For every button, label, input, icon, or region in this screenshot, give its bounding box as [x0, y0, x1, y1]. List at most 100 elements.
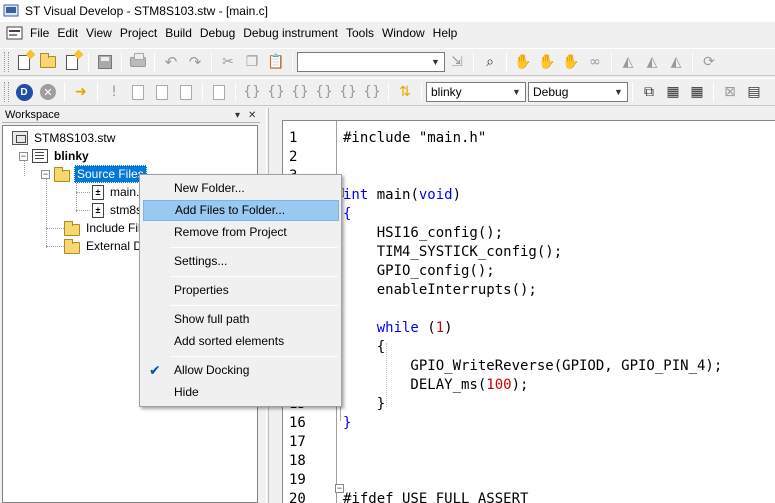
app-icon: [3, 3, 19, 19]
pin-icon[interactable]: ▾: [235, 108, 240, 123]
chevron-down-icon[interactable]: ▼: [610, 83, 627, 101]
open-file-button[interactable]: [37, 51, 59, 73]
build-button[interactable]: ⇅: [394, 81, 416, 103]
menu-item-new-folder[interactable]: New Folder...: [143, 178, 339, 199]
menu-item-remove-from-project[interactable]: Remove from Project: [143, 222, 339, 243]
menu-tools[interactable]: Tools: [342, 22, 378, 44]
menu-item-hide[interactable]: Hide: [143, 382, 339, 403]
menu-item-settings[interactable]: Settings...: [143, 251, 339, 272]
breakpoint-settings-button[interactable]: ✋: [560, 51, 582, 73]
code-editor[interactable]: 1234567891011121314151617181920 #include…: [282, 120, 775, 503]
compile-button[interactable]: ⧉: [638, 81, 660, 103]
glasses-button[interactable]: ∞: [584, 51, 606, 73]
redo-button[interactable]: ↷: [184, 51, 206, 73]
fold-icon[interactable]: −: [335, 484, 344, 493]
code-line[interactable]: #ifdef USE_FULL_ASSERT: [343, 490, 528, 503]
clean-button[interactable]: ▤: [743, 81, 765, 103]
code-line[interactable]: DELAY_ms(100);: [343, 376, 528, 395]
indent-guide: [386, 343, 387, 407]
copy-button[interactable]: ❐: [241, 51, 263, 73]
print-button[interactable]: [127, 51, 149, 73]
save-button[interactable]: [94, 51, 116, 73]
menu-window[interactable]: Window: [378, 22, 429, 44]
refresh-icon: ⟳: [703, 54, 715, 70]
menu-help[interactable]: Help: [429, 22, 462, 44]
code-line[interactable]: {: [343, 205, 351, 224]
start-debug-button[interactable]: D: [13, 81, 35, 103]
restart-button[interactable]: [151, 81, 173, 103]
code-line[interactable]: HSI16_config();: [343, 224, 503, 243]
find-combo[interactable]: ▼: [297, 52, 445, 72]
hand-button[interactable]: ✋: [512, 51, 534, 73]
collapse-icon[interactable]: −: [19, 151, 28, 161]
code-line[interactable]: {: [343, 338, 385, 357]
code-line[interactable]: }: [343, 414, 351, 433]
menu-view[interactable]: View: [82, 22, 116, 44]
clear-breakpoints-button[interactable]: ✋: [536, 51, 558, 73]
find-button[interactable]: ⌕: [479, 51, 501, 73]
project-select[interactable]: blinky ▼: [426, 82, 526, 102]
menu-item-properties[interactable]: Properties: [143, 280, 339, 301]
code-line[interactable]: TIM4_SYSTICK_config();: [343, 243, 562, 262]
menu-item-allow-docking[interactable]: ✔ Allow Docking: [143, 360, 339, 381]
configuration-select[interactable]: Debug ▼: [528, 82, 628, 102]
build-all-button[interactable]: ▦: [662, 81, 684, 103]
disassembly-button[interactable]: [208, 81, 230, 103]
tree-item-source-files[interactable]: − Source Files: [41, 165, 147, 183]
context-menu: New Folder... Add Files to Folder... Rem…: [139, 174, 342, 407]
menu-edit[interactable]: Edit: [53, 22, 82, 44]
next-bookmark-button[interactable]: ◭: [641, 51, 663, 73]
refresh-button[interactable]: ⟳: [698, 51, 720, 73]
menu-project[interactable]: Project: [116, 22, 161, 44]
run-button[interactable]: ➜: [70, 81, 92, 103]
clear-bookmarks-button[interactable]: ◭: [665, 51, 687, 73]
program-button[interactable]: [175, 81, 197, 103]
open-workspace-button[interactable]: [61, 51, 83, 73]
code-line[interactable]: #include "main.h": [343, 129, 486, 148]
step-out-button[interactable]: {}: [289, 81, 311, 103]
step-into-button[interactable]: {}: [241, 81, 263, 103]
menu-debug-instrument[interactable]: Debug instrument: [239, 22, 342, 44]
run-arrow-icon: ➜: [75, 84, 87, 100]
code-line[interactable]: enableInterrupts();: [343, 281, 537, 300]
paste-button[interactable]: 📋: [265, 51, 287, 73]
undo-icon: ↶: [164, 53, 178, 71]
stop-build-button[interactable]: ⊠: [719, 81, 741, 103]
stop-debug-button[interactable]: ✕: [37, 81, 59, 103]
menu-item-show-full-path[interactable]: Show full path: [143, 309, 339, 330]
cut-button[interactable]: ✂: [217, 51, 239, 73]
rebuild-button[interactable]: ▦: [686, 81, 708, 103]
toolbar-grip[interactable]: [4, 82, 9, 102]
bookmark-button[interactable]: ◭: [617, 51, 639, 73]
menu-file[interactable]: File: [26, 22, 53, 44]
menu-debug[interactable]: Debug: [196, 22, 239, 44]
menu-item-add-files[interactable]: Add Files to Folder...: [143, 200, 339, 221]
tree-item-project[interactable]: − blinky: [19, 147, 91, 165]
code-line[interactable]: GPIO_config();: [343, 262, 495, 281]
code-line[interactable]: int main(void): [343, 186, 461, 205]
find-in-files-button[interactable]: ⇲: [446, 51, 468, 73]
code-token: enableInterrupts();: [343, 282, 537, 298]
break-button[interactable]: !: [103, 81, 125, 103]
toolbar-grip[interactable]: [4, 52, 9, 72]
reset-button[interactable]: [127, 81, 149, 103]
code-line[interactable]: GPIO_WriteReverse(GPIOD, GPIO_PIN_4);: [343, 357, 722, 376]
collapse-icon[interactable]: −: [41, 169, 50, 179]
close-icon[interactable]: ✕: [248, 108, 256, 123]
line-number: 18: [289, 453, 306, 469]
code-line[interactable]: while (1): [343, 319, 453, 338]
step-over-button[interactable]: {}: [265, 81, 287, 103]
code-line[interactable]: }: [343, 395, 385, 414]
chevron-down-icon[interactable]: ▼: [427, 53, 444, 71]
tree-item-workspace[interactable]: STM8S103.stw: [12, 129, 117, 147]
chevron-down-icon[interactable]: ▼: [508, 83, 525, 101]
menu-item-add-sorted-elements[interactable]: Add sorted elements: [143, 331, 339, 352]
run-to-cursor-button[interactable]: {}: [313, 81, 335, 103]
step-back-button[interactable]: {}: [361, 81, 383, 103]
document-menu-icon[interactable]: [6, 25, 24, 41]
new-file-button[interactable]: [13, 51, 35, 73]
source-file-icon: ±: [92, 184, 104, 200]
step-asm-button[interactable]: {}: [337, 81, 359, 103]
undo-button[interactable]: ↶: [160, 51, 182, 73]
menu-build[interactable]: Build: [161, 22, 196, 44]
